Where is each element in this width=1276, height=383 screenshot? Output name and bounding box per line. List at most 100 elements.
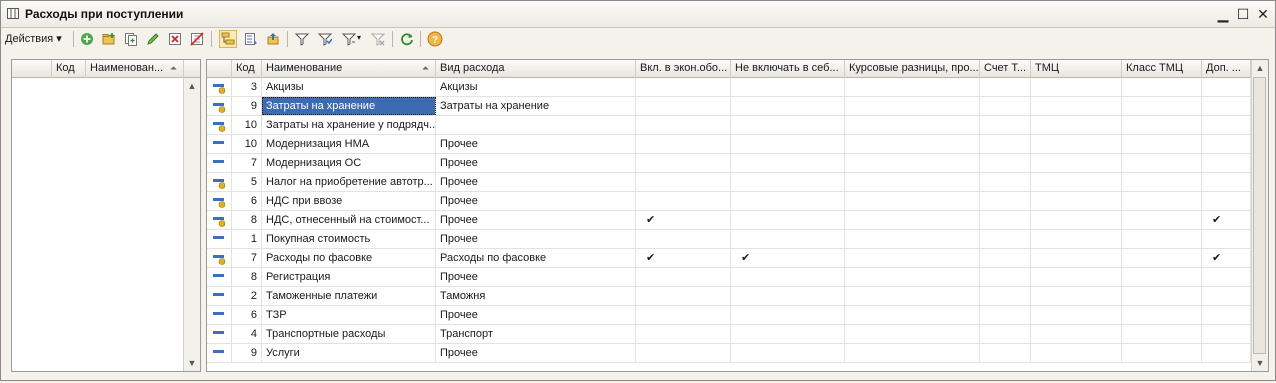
dop-cell[interactable] (1202, 306, 1251, 324)
expense-type-cell[interactable]: Расходы по фасовке (436, 249, 636, 267)
noself-cell[interactable] (731, 306, 845, 324)
dop-cell[interactable] (1202, 97, 1251, 115)
actions-menu-button[interactable]: Действия ▾ (5, 31, 62, 47)
tmc-cell[interactable] (1031, 173, 1122, 191)
account-cell[interactable] (980, 116, 1031, 134)
exchange-cell[interactable] (845, 78, 980, 96)
code-cell[interactable]: 8 (232, 211, 262, 229)
account-cell[interactable] (980, 230, 1031, 248)
maximize-icon[interactable]: ☐ (1233, 4, 1253, 24)
exchange-cell[interactable] (845, 306, 980, 324)
header-econ[interactable]: Вкл. в экон.обо... (636, 60, 731, 78)
scroll-down-icon[interactable]: ▼ (184, 355, 200, 371)
exchange-cell[interactable] (845, 344, 980, 362)
account-cell[interactable] (980, 287, 1031, 305)
tmc-cell[interactable] (1031, 192, 1122, 210)
econ-cell[interactable] (636, 344, 731, 362)
code-cell[interactable]: 8 (232, 268, 262, 286)
tmc-cell[interactable] (1031, 78, 1122, 96)
econ-cell[interactable] (636, 287, 731, 305)
dop-cell[interactable] (1202, 344, 1251, 362)
account-cell[interactable] (980, 78, 1031, 96)
tmc-class-cell[interactable] (1122, 97, 1202, 115)
items-table[interactable]: Код Наименование ⏶ Вид расхода Вкл. в эко… (206, 59, 1269, 372)
account-cell[interactable] (980, 97, 1031, 115)
tmc-class-cell[interactable] (1122, 78, 1202, 96)
table-row[interactable]: 6 НДС при ввозе Прочее (207, 192, 1251, 211)
econ-cell[interactable]: ✔ (636, 211, 731, 229)
dop-cell[interactable] (1202, 78, 1251, 96)
expense-type-cell[interactable]: Прочее (436, 154, 636, 172)
exchange-cell[interactable] (845, 325, 980, 343)
exchange-cell[interactable] (845, 154, 980, 172)
name-cell[interactable]: Акцизы (262, 78, 436, 96)
table-row[interactable]: 10 Модернизация НМА Прочее (207, 135, 1251, 154)
expense-type-cell[interactable]: Акцизы (436, 78, 636, 96)
code-cell[interactable]: 1 (232, 230, 262, 248)
tmc-class-cell[interactable] (1122, 344, 1202, 362)
account-cell[interactable] (980, 192, 1031, 210)
tmc-class-cell[interactable] (1122, 325, 1202, 343)
noself-cell[interactable]: ✔ (731, 249, 845, 267)
econ-cell[interactable] (636, 268, 731, 286)
level-up-icon[interactable] (264, 30, 282, 48)
econ-cell[interactable] (636, 306, 731, 324)
tmc-class-cell[interactable] (1122, 135, 1202, 153)
account-cell[interactable] (980, 268, 1031, 286)
name-cell[interactable]: Услуги (262, 344, 436, 362)
table-row[interactable]: 4 Транспортные расходы Транспорт (207, 325, 1251, 344)
copy-icon[interactable] (122, 30, 140, 48)
header-noself[interactable]: Не включать в себ... (731, 60, 845, 78)
exchange-cell[interactable] (845, 173, 980, 191)
code-cell[interactable]: 6 (232, 192, 262, 210)
table-row[interactable]: 8 Регистрация Прочее (207, 268, 1251, 287)
exchange-cell[interactable] (845, 135, 980, 153)
dop-cell[interactable] (1202, 116, 1251, 134)
table-scrollbar[interactable]: ▲ ▼ (1251, 60, 1268, 371)
name-cell[interactable]: Модернизация ОС (262, 154, 436, 172)
econ-cell[interactable] (636, 116, 731, 134)
table-row[interactable]: 2 Таможенные платежи Таможня (207, 287, 1251, 306)
tmc-cell[interactable] (1031, 325, 1122, 343)
exchange-cell[interactable] (845, 116, 980, 134)
expense-type-cell[interactable]: Транспорт (436, 325, 636, 343)
expense-type-cell[interactable]: Прочее (436, 306, 636, 324)
code-cell[interactable]: 5 (232, 173, 262, 191)
scroll-down-icon[interactable]: ▼ (1252, 355, 1268, 371)
header-account[interactable]: Счет Т... (980, 60, 1031, 78)
econ-cell[interactable] (636, 173, 731, 191)
noself-cell[interactable] (731, 192, 845, 210)
expense-type-cell[interactable]: Прочее (436, 135, 636, 153)
exchange-cell[interactable] (845, 97, 980, 115)
filter-icon[interactable] (293, 30, 311, 48)
dop-cell[interactable]: ✔ (1202, 211, 1251, 229)
name-cell[interactable]: Покупная стоимость (262, 230, 436, 248)
dop-cell[interactable]: ✔ (1202, 249, 1251, 267)
name-cell[interactable]: Затраты на хранение (262, 97, 436, 115)
exchange-cell[interactable] (845, 211, 980, 229)
tmc-class-cell[interactable] (1122, 116, 1202, 134)
add-icon[interactable] (78, 30, 96, 48)
exchange-cell[interactable] (845, 268, 980, 286)
exchange-cell[interactable] (845, 230, 980, 248)
exchange-cell[interactable] (845, 287, 980, 305)
expense-type-cell[interactable]: Прочее (436, 268, 636, 286)
tmc-cell[interactable] (1031, 344, 1122, 362)
exchange-cell[interactable] (845, 249, 980, 267)
header-name[interactable]: Наименование ⏶ (262, 60, 436, 78)
tree-icon[interactable] (242, 30, 260, 48)
econ-cell[interactable] (636, 97, 731, 115)
econ-cell[interactable] (636, 135, 731, 153)
exchange-cell[interactable] (845, 192, 980, 210)
name-cell[interactable]: ТЗР (262, 306, 436, 324)
tmc-cell[interactable] (1031, 249, 1122, 267)
tmc-class-cell[interactable] (1122, 268, 1202, 286)
close-icon[interactable]: ✕ (1253, 4, 1273, 24)
noself-cell[interactable] (731, 97, 845, 115)
name-cell[interactable]: Налог на приобретение автотр... (262, 173, 436, 191)
table-row[interactable]: 7 Расходы по фасовке Расходы по фасовке ✔ ✔ ✔ (207, 249, 1251, 268)
noself-cell[interactable] (731, 116, 845, 134)
scroll-up-icon[interactable]: ▲ (1252, 60, 1268, 76)
expense-type-cell[interactable]: Таможня (436, 287, 636, 305)
name-cell[interactable]: Транспортные расходы (262, 325, 436, 343)
